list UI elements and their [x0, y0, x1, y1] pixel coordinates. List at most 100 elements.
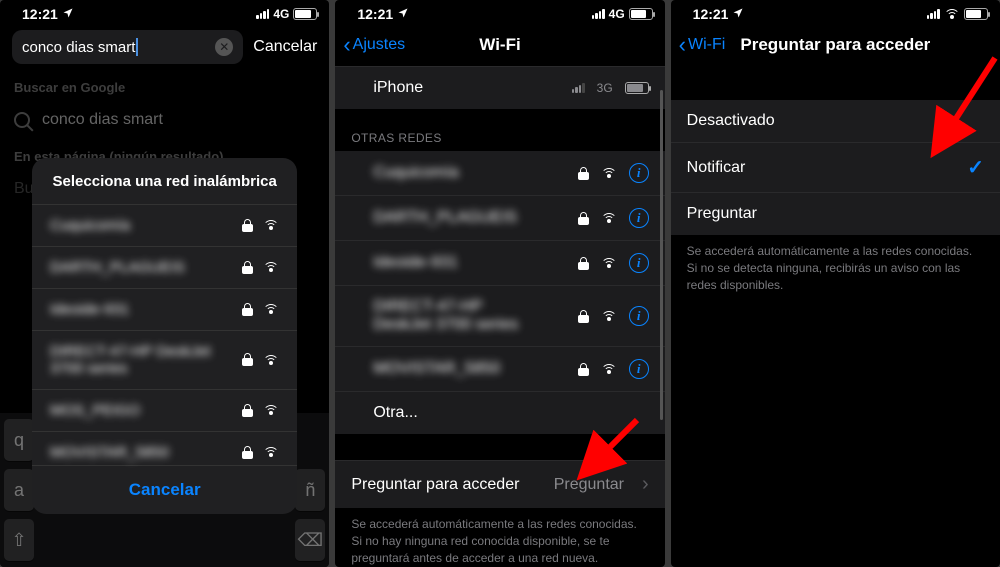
options-group: Desactivado Notificar ✓ Preguntar: [671, 100, 1000, 235]
search-input[interactable]: conco dias smart ✕: [12, 30, 243, 64]
status-network: 4G: [609, 7, 625, 21]
signal-icon: [592, 9, 605, 19]
status-bar: 12:21 4G: [335, 0, 664, 24]
battery-icon: [629, 8, 653, 20]
wifi-network-row[interactable]: MOVISTAR_5850 i: [335, 346, 664, 391]
ask-to-join-label: Preguntar para acceder: [351, 476, 519, 494]
wifi-network-name: MOVISTAR_5850: [50, 444, 169, 461]
back-button[interactable]: ‹ Wi-Fi: [679, 34, 726, 56]
wifi-icon: [601, 212, 617, 224]
wifi-network-name: Cuquicomía: [50, 217, 130, 234]
iphone-hotspot-row[interactable]: iPhone 3G: [335, 66, 664, 109]
iphone-net: 3G: [597, 81, 613, 95]
lock-icon: [578, 310, 589, 323]
chevron-left-icon: ‹: [343, 34, 350, 56]
ask-to-join-row[interactable]: Preguntar para acceder Preguntar ›: [335, 460, 664, 508]
ask-to-join-value: Preguntar: [554, 476, 624, 494]
wifi-network-row[interactable]: Ideoide-931 i: [335, 240, 664, 285]
info-icon[interactable]: i: [629, 306, 649, 326]
lock-icon: [242, 303, 253, 316]
wifi-icon: [601, 310, 617, 322]
info-icon[interactable]: i: [629, 163, 649, 183]
wifi-network-row[interactable]: DARTH_PLAGUEIS: [32, 246, 297, 288]
signal-icon: [256, 9, 269, 19]
wifi-network-name: MOVISTAR_5850: [351, 360, 500, 378]
wifi-network-name: Ideoide-931: [50, 301, 129, 318]
wifi-icon: [263, 354, 279, 366]
wifi-network-row[interactable]: MOVISTAR_5850: [32, 431, 297, 465]
wifi-network-name: DARTH_PLAGUEIS: [50, 259, 185, 276]
wifi-network-name: DARTH_PLAGUEIS: [351, 209, 517, 227]
screen-1-safari-wifi-popup: 12:21 4G conco dias smart ✕ Cancelar Bus…: [0, 0, 329, 567]
info-icon[interactable]: i: [629, 208, 649, 228]
chevron-right-icon: ›: [642, 473, 649, 496]
battery-icon: [293, 8, 317, 20]
wifi-select-modal: Selecciona una red inalámbrica Cuquicomí…: [32, 158, 297, 514]
lock-icon: [242, 353, 253, 366]
modal-title: Selecciona una red inalámbrica: [32, 158, 297, 204]
back-button[interactable]: ‹ Ajustes: [343, 34, 405, 56]
option-notify[interactable]: Notificar ✓: [671, 142, 1000, 192]
wifi-icon: [263, 261, 279, 273]
lock-icon: [242, 404, 253, 417]
status-time: 12:21: [357, 6, 393, 22]
wifi-network-row[interactable]: DIRECT-47-HP DeskJet 3700 series i: [335, 285, 664, 346]
options-footer-text: Se accederá automáticamente a las redes …: [671, 235, 1000, 309]
back-label: Wi-Fi: [688, 36, 725, 54]
wifi-network-row[interactable]: DARTH_PLAGUEIS i: [335, 195, 664, 240]
lock-icon: [242, 446, 253, 459]
location-icon: [397, 6, 409, 22]
wifi-icon: [263, 303, 279, 315]
wifi-network-row[interactable]: Cuquicomía: [32, 204, 297, 246]
wifi-network-name: MOS_PEIGO: [50, 402, 140, 419]
wifi-network-row[interactable]: MOS_PEIGO: [32, 389, 297, 431]
wifi-network-name: Cuquicomía: [351, 164, 458, 182]
lock-icon: [578, 167, 589, 180]
wifi-icon: [601, 257, 617, 269]
screen-2-wifi-settings: 12:21 4G ‹ Ajustes Wi-Fi iPhone 3G OTRAS…: [335, 0, 664, 567]
status-bar: 12:21 4G: [0, 0, 329, 24]
wifi-network-row[interactable]: Cuquicomía i: [335, 151, 664, 195]
lock-icon: [578, 212, 589, 225]
location-icon: [62, 6, 74, 22]
option-ask[interactable]: Preguntar: [671, 192, 1000, 235]
clear-icon[interactable]: ✕: [215, 38, 233, 56]
option-off[interactable]: Desactivado: [671, 100, 1000, 142]
location-icon: [732, 6, 744, 22]
text-cursor: [136, 38, 138, 56]
option-label: Desactivado: [687, 112, 775, 130]
wifi-icon: [944, 8, 960, 20]
status-time: 12:21: [693, 6, 729, 22]
wifi-network-name: DIRECT-47-HP DeskJet 3700 series: [50, 343, 242, 377]
battery-icon: [625, 82, 649, 94]
other-network-row[interactable]: Otra...: [335, 391, 664, 434]
battery-icon: [964, 8, 988, 20]
lock-icon: [242, 261, 253, 274]
lock-icon: [578, 363, 589, 376]
wifi-network-row[interactable]: Ideoide-931: [32, 288, 297, 330]
back-label: Ajustes: [353, 36, 405, 54]
search-row: conco dias smart ✕ Cancelar: [0, 24, 329, 70]
wifi-network-row[interactable]: DIRECT-47-HP DeskJet 3700 series: [32, 330, 297, 389]
info-icon[interactable]: i: [629, 359, 649, 379]
wifi-network-name: DIRECT-47-HP DeskJet 3700 series: [351, 298, 531, 334]
wifi-icon: [601, 167, 617, 179]
search-value: conco dias smart: [22, 39, 135, 56]
lock-icon: [242, 219, 253, 232]
search-cancel-button[interactable]: Cancelar: [253, 38, 317, 56]
ask-footer-text: Se accederá automáticamente a las redes …: [335, 508, 664, 567]
other-networks-header: OTRAS REDES: [335, 109, 664, 151]
status-time: 12:21: [22, 6, 58, 22]
wifi-icon: [263, 446, 279, 458]
modal-cancel-button[interactable]: Cancelar: [32, 465, 297, 514]
other-label: Otra...: [351, 404, 417, 422]
info-icon[interactable]: i: [629, 253, 649, 273]
signal-icon: [572, 83, 585, 93]
option-label: Preguntar: [687, 205, 757, 223]
wifi-icon: [263, 404, 279, 416]
signal-icon: [927, 9, 940, 19]
wifi-network-name: Ideoide-931: [351, 254, 458, 272]
chevron-left-icon: ‹: [679, 34, 686, 56]
nav-bar: ‹ Ajustes Wi-Fi: [335, 24, 664, 66]
wifi-icon: [601, 363, 617, 375]
